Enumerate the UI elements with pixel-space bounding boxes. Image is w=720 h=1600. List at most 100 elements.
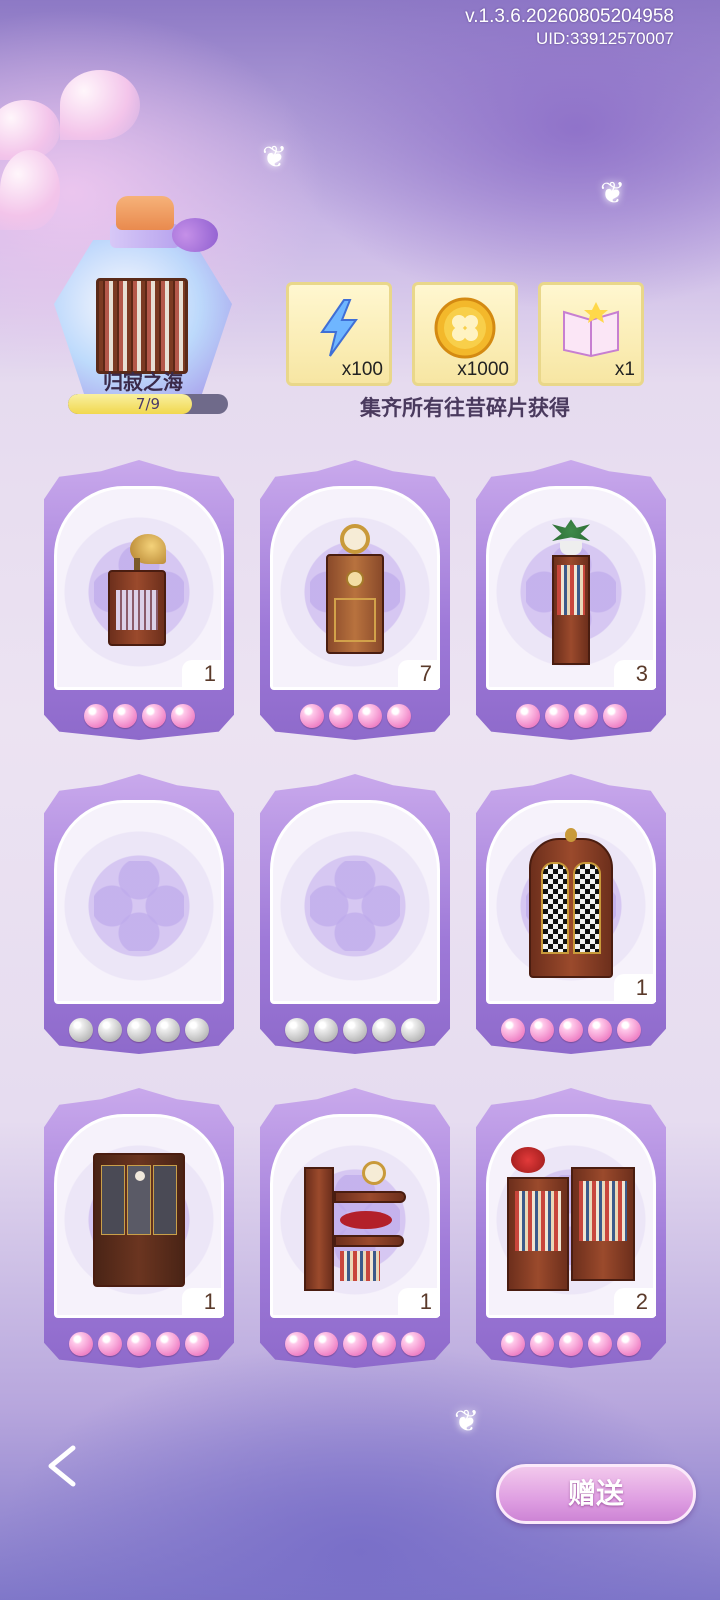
reward-qty: x100 [341, 359, 383, 380]
pearl-star-icon [127, 1332, 151, 1356]
butterfly-icon: ❦ [600, 176, 626, 211]
pearl-star-icon [401, 1332, 425, 1356]
pearl-star-icon [357, 704, 382, 728]
collection-bottle[interactable]: 归寂之海 7/9 [52, 196, 234, 416]
furniture-ornate-wardrobe-icon [525, 828, 617, 988]
fragment-count: 7 [398, 660, 440, 688]
petal-decoration [60, 70, 140, 140]
pearl-star-icon [617, 1332, 641, 1356]
furniture-clock-cabinet-icon [320, 524, 390, 664]
reward-qty: x1 [614, 359, 635, 380]
pearl-star-icon [501, 1018, 525, 1042]
reward-item[interactable]: x1 [538, 282, 644, 386]
pearl-star-icon [559, 1018, 583, 1042]
bow-icon [172, 218, 218, 252]
star-rating [260, 1332, 450, 1356]
pearl-star-icon [69, 1018, 93, 1042]
pearl-star-icon [83, 704, 108, 728]
pearl-star-icon [285, 1332, 309, 1356]
pearl-star-icon [573, 704, 598, 728]
pearl-star-icon [185, 1018, 209, 1042]
reward-item[interactable]: x1000 [412, 282, 518, 386]
lightning-icon [316, 298, 362, 362]
fragment-card[interactable]: 1 [44, 1088, 234, 1368]
star-rating [260, 704, 450, 728]
pearl-star-icon [328, 704, 353, 728]
fragment-card[interactable] [44, 774, 234, 1054]
collection-progress-bar: 7/9 [68, 394, 228, 414]
butterfly-icon: ❦ [454, 1404, 480, 1439]
fragment-count: 1 [182, 660, 224, 688]
version-info: v.1.3.6.20260805204958 UID:33912570007 [465, 6, 674, 50]
pearl-star-icon [69, 1332, 93, 1356]
flower-emblem-icon [94, 860, 184, 951]
furniture-plant-bookshelf-icon [548, 519, 594, 669]
fragment-count: 1 [614, 974, 656, 1002]
pearl-star-icon [343, 1332, 367, 1356]
pearl-star-icon [170, 704, 195, 728]
fragment-count: 2 [614, 1288, 656, 1316]
pearl-star-icon [185, 1332, 209, 1356]
bottle-cork [116, 196, 174, 230]
star-rating [44, 704, 234, 728]
fragment-card[interactable]: 3 [476, 460, 666, 740]
reward-list: x100 x1000 x1 [286, 282, 644, 386]
pearl-star-icon [530, 1018, 554, 1042]
pearl-star-icon [372, 1018, 396, 1042]
pearl-star-icon [98, 1018, 122, 1042]
pearl-star-icon [401, 1018, 425, 1042]
pearl-star-icon [343, 1018, 367, 1042]
furniture-curved-display-shelf-icon [300, 1147, 410, 1297]
fragment-card[interactable] [260, 774, 450, 1054]
card-slot [54, 800, 224, 1004]
gift-button[interactable]: 赠送 [496, 1464, 696, 1524]
fragment-card[interactable]: 1 [44, 460, 234, 740]
version-text: v.1.3.6.20260805204958 [465, 6, 674, 27]
star-rating [476, 1332, 666, 1356]
pearl-star-icon [285, 1018, 309, 1042]
flower-emblem-icon [310, 860, 400, 951]
fragment-card[interactable]: 7 [260, 460, 450, 740]
pearl-star-icon [372, 1332, 396, 1356]
fragment-card[interactable]: 2 [476, 1088, 666, 1368]
reward-note: 集齐所有往昔碎片获得 [360, 396, 570, 420]
pearl-star-icon [112, 704, 137, 728]
uid-text: UID:33912570007 [535, 29, 674, 48]
back-button[interactable] [34, 1440, 90, 1496]
fragment-card[interactable]: 1 [260, 1088, 450, 1368]
chevron-left-icon [45, 1444, 79, 1492]
pearl-star-icon [617, 1018, 641, 1042]
pearl-star-icon [299, 704, 324, 728]
card-slot [270, 800, 440, 1004]
star-rating [476, 704, 666, 728]
butterfly-icon: ❦ [262, 140, 288, 175]
collection-progress-text: 7/9 [135, 395, 161, 413]
pearl-star-icon [602, 704, 627, 728]
bookshelf-icon [96, 278, 188, 374]
star-rating [260, 1018, 450, 1042]
clover-coin-icon [434, 297, 496, 363]
collection-name: 归寂之海 [103, 370, 183, 394]
fragment-card[interactable]: 1 [476, 774, 666, 1054]
reward-qty: x1000 [457, 359, 509, 380]
star-rating [476, 1018, 666, 1042]
pearl-star-icon [156, 1332, 180, 1356]
petal-decoration [0, 150, 60, 230]
pearl-star-icon [588, 1018, 612, 1042]
fragment-count: 3 [614, 660, 656, 688]
furniture-glass-display-cabinet-icon [89, 1147, 189, 1297]
pearl-star-icon [515, 704, 540, 728]
pearl-star-icon [588, 1332, 612, 1356]
pearl-star-icon [314, 1332, 338, 1356]
fragment-count: 1 [398, 1288, 440, 1316]
pearl-star-icon [98, 1332, 122, 1356]
star-rating [44, 1332, 234, 1356]
pearl-star-icon [314, 1018, 338, 1042]
book-icon [558, 298, 624, 362]
star-rating [44, 1018, 234, 1042]
reward-item[interactable]: x100 [286, 282, 392, 386]
pearl-star-icon [127, 1018, 151, 1042]
fragment-count: 1 [182, 1288, 224, 1316]
pearl-star-icon [559, 1332, 583, 1356]
pearl-star-icon [530, 1332, 554, 1356]
